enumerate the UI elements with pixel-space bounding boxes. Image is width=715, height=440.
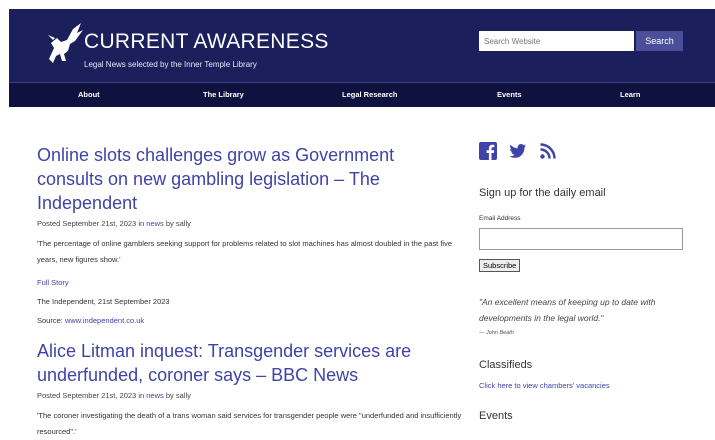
- post: Online slots challenges grow as Governme…: [37, 143, 462, 325]
- facebook-icon[interactable]: [479, 142, 497, 160]
- main-nav: About The Library Legal Research Events …: [9, 82, 715, 107]
- classifieds-heading: Classifieds: [479, 359, 533, 371]
- signup-heading: Sign up for the daily email: [479, 187, 606, 199]
- post-excerpt: 'The coroner investigating the death of …: [37, 411, 462, 436]
- post-title[interactable]: Alice Litman inquest: Transgender servic…: [37, 339, 462, 387]
- classifieds-link[interactable]: Click here to view chambers' vacancies: [479, 381, 610, 390]
- testimonial-quote: "An excellent means of keeping up to dat…: [479, 297, 656, 323]
- nav-item-learn[interactable]: Learn: [620, 90, 640, 99]
- pegasus-icon[interactable]: [37, 21, 87, 67]
- subscribe-button[interactable]: Subscribe: [479, 259, 521, 272]
- post-meta: Posted September 21st, 2023 in news by s…: [37, 391, 462, 400]
- site-tagline: Legal News selected by the Inner Temple …: [84, 60, 257, 69]
- twitter-icon[interactable]: [509, 142, 527, 160]
- post-category-link[interactable]: news: [146, 219, 164, 228]
- rss-icon[interactable]: [539, 142, 557, 160]
- testimonial-author: — John Beath: [479, 330, 514, 336]
- post-title[interactable]: Online slots challenges grow as Governme…: [37, 143, 462, 215]
- post-source-line: The Independent, 21st September 2023: [37, 297, 170, 306]
- post-meta: Posted September 21st, 2023 in news by s…: [37, 219, 462, 228]
- post-category-link[interactable]: news: [146, 391, 164, 400]
- nav-item-about[interactable]: About: [78, 90, 100, 99]
- search-input[interactable]: [479, 31, 634, 51]
- search-button[interactable]: Search: [636, 31, 683, 51]
- post-date: Posted September 21st, 2023 in: [37, 219, 145, 228]
- post-source: Source: www.independent.co.uk: [37, 316, 462, 325]
- site-title[interactable]: CURRENT AWARENESS: [84, 30, 329, 54]
- post-by: by: [165, 219, 174, 228]
- page: CURRENT AWARENESS Legal News selected by…: [9, 9, 715, 436]
- source-link[interactable]: www.independent.co.uk: [65, 316, 144, 325]
- post-author: sally: [175, 391, 191, 400]
- email-label: Email Address: [479, 215, 521, 222]
- post: Alice Litman inquest: Transgender servic…: [37, 339, 462, 440]
- post-by: by: [165, 391, 174, 400]
- nav-item-events[interactable]: Events: [497, 90, 522, 99]
- post-excerpt: 'The percentage of online gamblers seeki…: [37, 239, 453, 264]
- site-header: CURRENT AWARENESS Legal News selected by…: [9, 9, 715, 82]
- source-label: Source:: [37, 316, 63, 325]
- events-heading: Events: [479, 410, 513, 422]
- nav-item-the-library[interactable]: The Library: [203, 90, 244, 99]
- full-story-link[interactable]: Full Story: [37, 278, 69, 287]
- post-author: sally: [175, 219, 191, 228]
- nav-item-legal-research[interactable]: Legal Research: [342, 90, 397, 99]
- email-field[interactable]: [479, 228, 683, 250]
- post-date: Posted September 21st, 2023 in: [37, 391, 145, 400]
